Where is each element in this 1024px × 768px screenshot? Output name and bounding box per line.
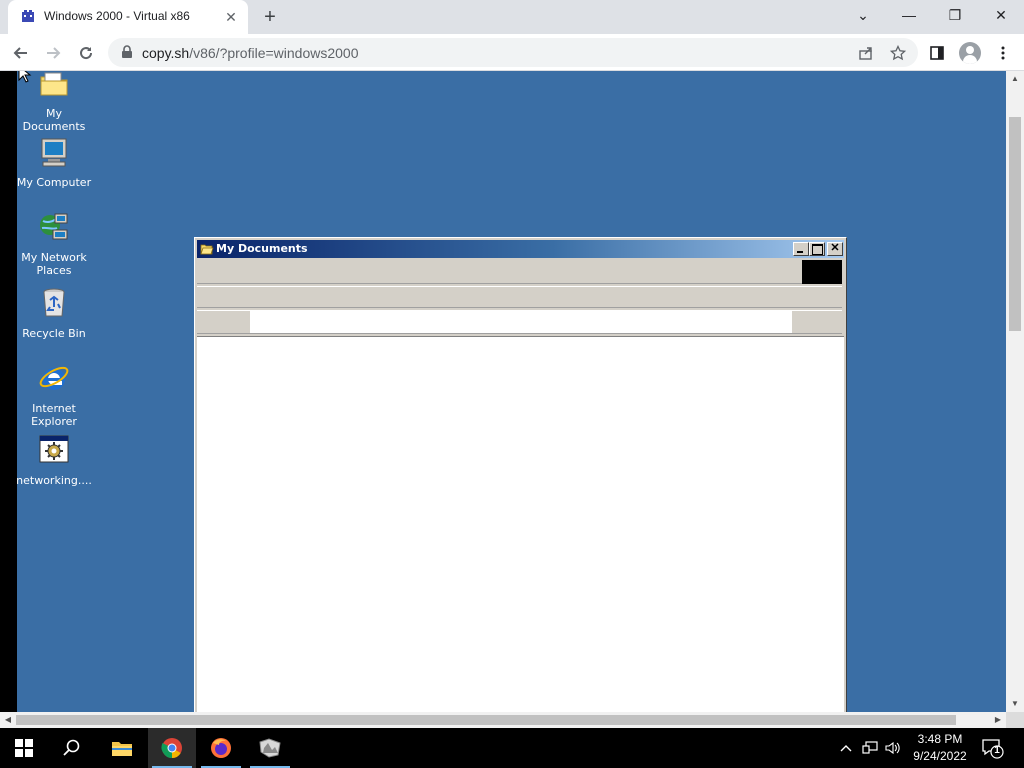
desktop-icon-label: Recycle Bin — [22, 327, 86, 340]
browser-tabstrip: Windows 2000 - Virtual x86 ✕ + ⌄ — ❐ ✕ — [0, 0, 1024, 34]
tab-search-chevron-icon[interactable]: ⌄ — [840, 0, 886, 30]
volume-icon[interactable] — [884, 738, 902, 758]
window-menubar[interactable] — [197, 260, 842, 284]
desktop-icon-my-network-places[interactable]: My Network Places — [17, 211, 94, 277]
reload-icon[interactable] — [73, 40, 99, 66]
page-vertical-scrollbar[interactable]: ▲ ▼ — [1006, 71, 1024, 712]
computer-icon — [41, 138, 67, 167]
paint-icon — [259, 738, 281, 758]
tab-close-icon[interactable]: ✕ — [222, 8, 240, 26]
page-content: My Documents My Computer My Network Plac… — [0, 71, 1024, 728]
win2000-desktop[interactable]: My Documents My Computer My Network Plac… — [17, 71, 1006, 712]
start-button[interactable] — [0, 728, 48, 768]
taskbar-clock[interactable]: 3:48 PM 9/24/2022 — [905, 731, 975, 765]
window-toolbar[interactable] — [197, 286, 842, 308]
taskbar-file-explorer[interactable] — [98, 728, 146, 768]
network-icon[interactable] — [860, 738, 880, 758]
taskbar-firefox[interactable] — [197, 728, 245, 768]
search-icon — [63, 739, 80, 756]
scroll-up-icon[interactable]: ▲ — [1006, 71, 1024, 87]
internet-explorer-icon — [39, 366, 69, 390]
url-text[interactable]: copy.sh/v86/?profile=windows2000 — [142, 45, 359, 61]
taskbar-chrome[interactable] — [148, 728, 196, 768]
window-address-input[interactable] — [250, 311, 792, 333]
firefox-icon — [211, 738, 231, 758]
folder-open-icon — [200, 244, 214, 255]
scroll-thumb[interactable] — [16, 715, 956, 725]
recycle-bin-icon — [43, 288, 65, 317]
desktop-icon-label: My Network Places — [21, 251, 87, 277]
scroll-down-icon[interactable]: ▼ — [1006, 696, 1024, 712]
emulator-border — [0, 71, 17, 712]
scroll-right-icon[interactable]: ▶ — [990, 712, 1006, 728]
window-minimize-icon[interactable] — [793, 242, 809, 256]
address-bar[interactable]: copy.sh/v86/?profile=windows2000 — [108, 38, 918, 67]
desktop-icon-label: Internet Explorer — [31, 402, 77, 428]
folder-icon — [40, 72, 68, 96]
setup-file-icon — [39, 435, 69, 463]
tab-title: Windows 2000 - Virtual x86 — [44, 9, 190, 23]
scroll-thumb[interactable] — [1009, 117, 1021, 331]
windows-throbber — [802, 260, 842, 284]
browser-tab[interactable]: Windows 2000 - Virtual x86 ✕ — [8, 0, 248, 34]
side-panel-icon[interactable] — [924, 40, 950, 66]
window-address-bar — [197, 310, 842, 334]
url-host: copy.sh — [142, 45, 190, 61]
clock-date: 9/24/2022 — [913, 749, 967, 763]
windows-logo-icon — [15, 739, 33, 757]
window-maximize-icon[interactable] — [809, 242, 825, 256]
file-explorer-icon — [112, 742, 132, 756]
window-minimize-button[interactable]: — — [886, 0, 932, 30]
clock-time: 3:48 PM — [917, 732, 963, 746]
page-horizontal-scrollbar[interactable]: ◀ ▶ — [0, 712, 1006, 728]
my-documents-window[interactable]: My Documents ✕ — [194, 237, 847, 712]
scroll-corner — [1006, 712, 1024, 728]
back-icon[interactable] — [8, 40, 34, 66]
window-restore-button[interactable]: ❐ — [932, 0, 978, 30]
menu-icon[interactable] — [990, 40, 1016, 66]
forward-icon[interactable] — [40, 40, 66, 66]
notification-center-icon[interactable]: 1 — [980, 736, 1004, 760]
desktop-icon-my-computer[interactable]: My Computer — [17, 136, 94, 189]
window-close-icon[interactable]: ✕ — [827, 242, 843, 256]
desktop-icon-networking[interactable]: networking.... — [17, 434, 94, 487]
mouse-cursor-icon — [18, 71, 32, 83]
desktop-icon-label: My Documents — [22, 107, 86, 133]
desktop-icon-recycle-bin[interactable]: Recycle Bin — [17, 287, 94, 340]
lock-icon[interactable] — [120, 45, 134, 59]
browser-toolbar: copy.sh/v86/?profile=windows2000 — [0, 34, 1024, 71]
tray-overflow-chevron-icon[interactable] — [838, 738, 854, 758]
v86-favicon-icon — [22, 10, 34, 22]
window-titlebar[interactable]: My Documents ✕ — [197, 240, 844, 258]
new-tab-button[interactable]: + — [259, 6, 281, 28]
taskbar-paint[interactable] — [246, 728, 294, 768]
window-close-button[interactable]: ✕ — [978, 0, 1024, 30]
desktop-icon-internet-explorer[interactable]: Internet Explorer — [17, 362, 94, 428]
taskbar: 3:48 PM 9/24/2022 1 — [0, 728, 1024, 768]
desktop-icon-label: My Computer — [17, 176, 92, 189]
window-content-area[interactable] — [197, 336, 844, 712]
network-icon — [40, 213, 68, 240]
scroll-left-icon[interactable]: ◀ — [0, 712, 16, 728]
desktop-icon-label: networking.... — [17, 474, 92, 487]
star-icon[interactable] — [888, 43, 908, 63]
notification-count: 1 — [994, 745, 1000, 756]
chrome-icon — [161, 738, 182, 759]
profile-icon[interactable] — [959, 42, 981, 64]
share-icon[interactable] — [856, 43, 876, 63]
window-title: My Documents — [216, 242, 308, 255]
search-button[interactable] — [48, 728, 96, 768]
url-path: /v86/?profile=windows2000 — [189, 45, 359, 61]
